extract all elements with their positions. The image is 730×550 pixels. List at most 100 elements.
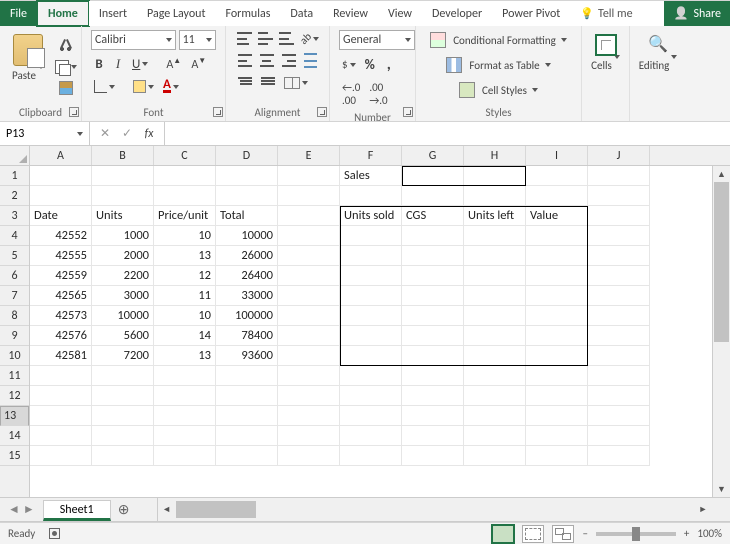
cell-H15[interactable] xyxy=(464,446,526,466)
row-header-6[interactable]: 6 xyxy=(0,266,29,286)
col-header-J[interactable]: J xyxy=(588,146,650,165)
font-size-select[interactable]: 11 xyxy=(179,30,216,50)
cell-I5[interactable] xyxy=(526,246,588,266)
copy-button[interactable] xyxy=(52,58,80,76)
cell-H4[interactable] xyxy=(464,226,526,246)
zoom-out-button[interactable]: – xyxy=(582,527,587,540)
cell-J13[interactable] xyxy=(588,406,650,426)
cell-B12[interactable] xyxy=(92,386,154,406)
select-all-corner[interactable] xyxy=(0,146,30,166)
cell-G4[interactable] xyxy=(402,226,464,246)
cell-F7[interactable] xyxy=(340,286,402,306)
cell-I1[interactable] xyxy=(526,166,588,186)
cell-G8[interactable] xyxy=(402,306,464,326)
align-right-button[interactable] xyxy=(279,52,298,69)
cell-I10[interactable] xyxy=(526,346,588,366)
cell-C5[interactable]: 13 xyxy=(154,246,216,266)
cell-F5[interactable] xyxy=(340,246,402,266)
cell-F1[interactable]: Sales xyxy=(340,166,402,186)
page-break-view-button[interactable] xyxy=(552,525,574,543)
cell-B7[interactable]: 3000 xyxy=(92,286,154,306)
cell-G9[interactable] xyxy=(402,326,464,346)
cell-C10[interactable]: 13 xyxy=(154,346,216,366)
row-header-2[interactable]: 2 xyxy=(0,186,29,206)
align-middle-button[interactable] xyxy=(256,30,274,47)
cell-H11[interactable] xyxy=(464,366,526,386)
tab-data[interactable]: Data xyxy=(280,1,323,26)
cells-area[interactable]: SalesDateUnitsPrice/unitTotalUnits soldC… xyxy=(30,166,712,497)
row-header-8[interactable]: 8 xyxy=(0,306,29,326)
cell-G2[interactable] xyxy=(402,186,464,206)
cell-G13[interactable] xyxy=(402,406,464,426)
cell-H8[interactable] xyxy=(464,306,526,326)
cell-F10[interactable] xyxy=(340,346,402,366)
row-header-13[interactable]: 13 xyxy=(0,406,29,426)
cell-H1[interactable] xyxy=(464,166,526,186)
cell-F15[interactable] xyxy=(340,446,402,466)
number-format-select[interactable]: General xyxy=(339,30,415,50)
cell-F2[interactable] xyxy=(340,186,402,206)
cell-E4[interactable] xyxy=(278,226,340,246)
cell-J6[interactable] xyxy=(588,266,650,286)
cell-G12[interactable] xyxy=(402,386,464,406)
formula-input[interactable] xyxy=(165,122,730,145)
scroll-up-button[interactable]: ▲ xyxy=(713,166,730,182)
cell-C13[interactable] xyxy=(154,406,216,426)
cell-D2[interactable] xyxy=(216,186,278,206)
cell-D4[interactable]: 10000 xyxy=(216,226,278,246)
normal-view-button[interactable] xyxy=(492,525,514,543)
col-header-H[interactable]: H xyxy=(464,146,526,165)
tab-home[interactable]: Home xyxy=(37,1,89,26)
cell-B5[interactable]: 2000 xyxy=(92,246,154,266)
tab-page-layout[interactable]: Page Layout xyxy=(137,1,215,26)
decrease-font-button[interactable]: A▼ xyxy=(188,54,210,74)
zoom-in-button[interactable]: + xyxy=(684,527,689,540)
cell-G10[interactable] xyxy=(402,346,464,366)
format-as-table-button[interactable]: Format as Table xyxy=(425,55,572,75)
tab-file[interactable]: File xyxy=(0,1,37,26)
tab-insert[interactable]: Insert xyxy=(89,1,137,26)
cell-B4[interactable]: 1000 xyxy=(92,226,154,246)
cell-C4[interactable]: 10 xyxy=(154,226,216,246)
cell-C15[interactable] xyxy=(154,446,216,466)
cell-H14[interactable] xyxy=(464,426,526,446)
cell-A8[interactable]: 42573 xyxy=(30,306,92,326)
cell-I14[interactable] xyxy=(526,426,588,446)
cell-I7[interactable] xyxy=(526,286,588,306)
align-center-button[interactable] xyxy=(257,52,276,69)
cell-H7[interactable] xyxy=(464,286,526,306)
zoom-level[interactable]: 100% xyxy=(697,527,722,540)
cell-H10[interactable] xyxy=(464,346,526,366)
cell-E1[interactable] xyxy=(278,166,340,186)
cell-C12[interactable] xyxy=(154,386,216,406)
cell-H6[interactable] xyxy=(464,266,526,286)
cell-F14[interactable] xyxy=(340,426,402,446)
cancel-formula-button[interactable]: ✕ xyxy=(96,126,114,141)
decrease-decimal-button[interactable]: .00→.0 xyxy=(366,79,390,109)
wrap-text-button[interactable] xyxy=(301,51,320,70)
cells-button[interactable]: Cells xyxy=(591,30,620,76)
cell-B8[interactable]: 10000 xyxy=(92,306,154,326)
zoom-slider[interactable] xyxy=(596,532,676,536)
cell-F6[interactable] xyxy=(340,266,402,286)
underline-button[interactable]: U xyxy=(129,55,151,74)
cell-D1[interactable] xyxy=(216,166,278,186)
cell-F9[interactable] xyxy=(340,326,402,346)
cell-E2[interactable] xyxy=(278,186,340,206)
cell-J14[interactable] xyxy=(588,426,650,446)
tab-review[interactable]: Review xyxy=(323,1,378,26)
col-header-D[interactable]: D xyxy=(216,146,278,165)
cell-E10[interactable] xyxy=(278,346,340,366)
cell-A10[interactable]: 42581 xyxy=(30,346,92,366)
vertical-scrollbar[interactable]: ▲ ▼ xyxy=(712,166,730,497)
cell-G11[interactable] xyxy=(402,366,464,386)
row-header-4[interactable]: 4 xyxy=(0,226,29,246)
cell-G14[interactable] xyxy=(402,426,464,446)
fill-color-button[interactable] xyxy=(130,78,157,95)
editing-button[interactable]: Editing xyxy=(639,30,677,76)
scroll-down-button[interactable]: ▼ xyxy=(713,481,730,497)
font-dialog-launcher[interactable] xyxy=(213,107,223,117)
cell-J10[interactable] xyxy=(588,346,650,366)
cell-B11[interactable] xyxy=(92,366,154,386)
fx-button[interactable]: fx xyxy=(140,127,158,141)
